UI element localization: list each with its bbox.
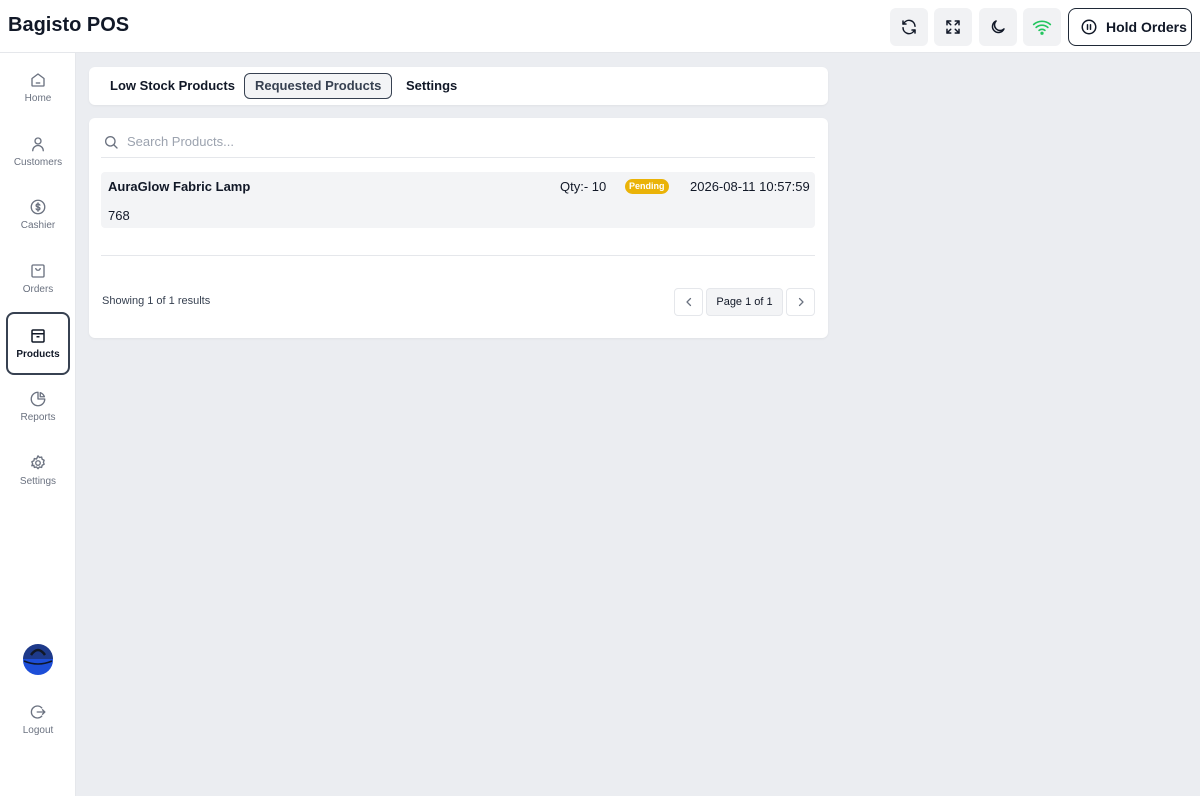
previous-page-button[interactable] [674,288,703,316]
tab-requested-products[interactable]: Requested Products [244,73,393,99]
top-header: Bagisto POS Hold Orders [0,0,1200,53]
sidebar-item-home[interactable]: Home [6,56,70,119]
expand-icon [946,20,960,34]
refresh-icon [902,19,916,35]
search-input[interactable] [127,134,727,149]
sidebar-item-products[interactable]: Products [6,312,70,375]
sidebar-item-label: Orders [22,284,54,295]
requested-qty: Qty:- 10 [560,179,607,194]
sidebar-item-customers[interactable]: Customers [6,120,70,183]
results-count: Showing 1 of 1 results [102,295,211,307]
logout-label: Logout [22,725,54,736]
sidebar-item-reports[interactable]: Reports [6,375,70,438]
chevron-right-icon [798,297,804,307]
logout-icon [30,705,46,719]
dollar-icon [30,199,46,215]
hold-orders-label: Hold Orders [1106,19,1187,35]
search-bar [101,126,815,158]
product-sku: 768 [108,208,130,223]
product-name: AuraGlow Fabric Lamp [108,179,251,194]
pause-icon [1081,19,1097,35]
avatar[interactable] [22,643,54,675]
chevron-left-icon [685,297,691,307]
next-page-button[interactable] [786,288,815,316]
home-icon [31,73,45,87]
bag-icon [31,264,45,278]
archive-icon [31,329,45,343]
online-status-button[interactable] [1023,8,1061,46]
sidebar: Home Customers Cashier Orders Products R… [0,53,76,796]
sidebar-item-label: Reports [20,412,56,423]
user-icon [32,137,44,152]
divider [101,255,815,256]
sidebar-item-cashier[interactable]: Cashier [6,183,70,246]
sidebar-item-label: Customers [13,157,63,168]
sidebar-item-settings[interactable]: Settings [6,439,70,502]
fullscreen-button[interactable] [934,8,972,46]
refresh-button[interactable] [890,8,928,46]
request-date: 2026-08-11 10:57:59 [690,179,810,194]
tab-low-stock-products[interactable]: Low Stock Products [99,73,246,99]
list-item[interactable]: AuraGlow Fabric Lamp 768 Qty:- 10 Pendin… [101,172,815,228]
sidebar-item-label: Products [16,349,60,360]
product-tabs: Low Stock Products Requested Products Se… [89,67,828,105]
wifi-icon [1032,20,1052,35]
sidebar-item-label: Home [24,93,52,104]
sidebar-item-label: Settings [19,476,57,487]
tab-settings[interactable]: Settings [395,73,468,99]
dark-mode-button[interactable] [979,8,1017,46]
pie-chart-icon [30,391,46,407]
gear-icon [31,455,45,470]
search-icon [105,135,118,149]
logout-button[interactable]: Logout [6,688,70,751]
sidebar-item-orders[interactable]: Orders [6,247,70,310]
requested-products-panel: AuraGlow Fabric Lamp 768 Qty:- 10 Pendin… [89,118,828,338]
status-badge: Pending [625,179,669,194]
hold-orders-button[interactable]: Hold Orders [1068,8,1192,46]
moon-icon [991,20,1005,34]
app-title: Bagisto POS [8,14,130,36]
sidebar-item-label: Cashier [20,220,56,231]
page-indicator: Page 1 of 1 [706,288,783,316]
